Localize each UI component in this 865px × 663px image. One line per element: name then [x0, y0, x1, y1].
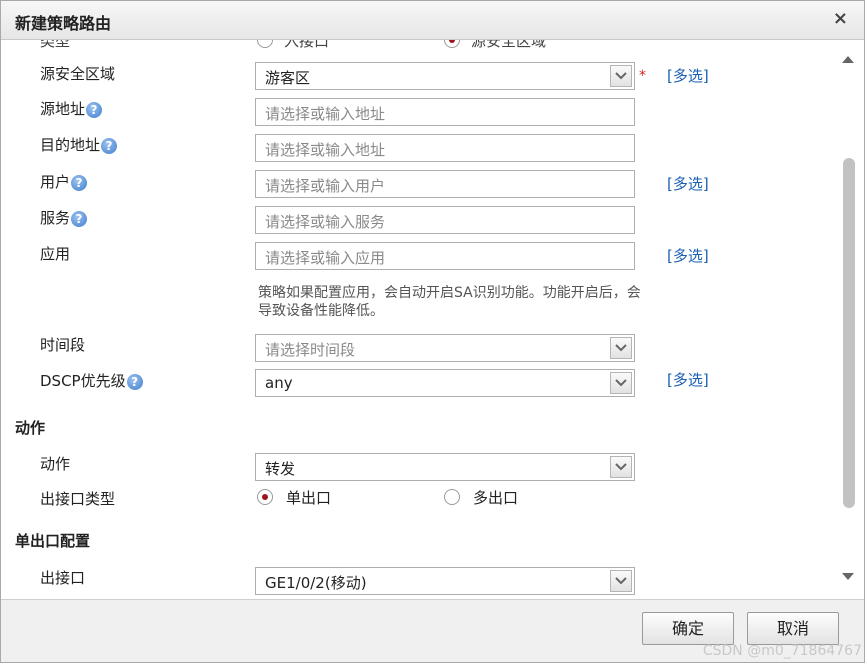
help-icon[interactable]: ?: [71, 174, 88, 191]
application-placeholder: 请选择或输入应用: [265, 249, 386, 267]
help-icon[interactable]: ?: [126, 373, 143, 390]
dialog-body: 类型 入接口 源安全区域 源安全区域 游客区 * [多选] 源地址? 请选择或输…: [1, 40, 839, 598]
close-icon[interactable]: ×: [833, 8, 848, 29]
chevron-down-icon[interactable]: [610, 337, 632, 359]
user-label: 用户?: [40, 171, 88, 192]
help-icon[interactable]: ?: [101, 137, 118, 154]
scroll-down-arrow-icon[interactable]: [842, 573, 854, 580]
application-multi-link[interactable]: [多选]: [667, 245, 709, 266]
dscp-multi-link[interactable]: [多选]: [667, 369, 709, 390]
dscp-label-text: DSCP优先级: [40, 372, 126, 390]
type-label: 类型: [40, 40, 71, 50]
radio-single-out[interactable]: [257, 489, 273, 505]
dscp-select[interactable]: any: [255, 369, 635, 397]
user-multi-link[interactable]: [多选]: [667, 173, 709, 194]
time-range-label: 时间段: [40, 336, 86, 354]
dst-addr-label-text: 目的地址: [40, 136, 101, 154]
application-label: 应用: [40, 245, 71, 263]
chevron-down-icon[interactable]: [610, 570, 632, 592]
src-addr-input[interactable]: 请选择或输入地址: [255, 98, 635, 126]
radio-single-out-label: 单出口: [286, 489, 332, 507]
chevron-down-icon[interactable]: [610, 65, 632, 87]
dst-addr-input[interactable]: 请选择或输入地址: [255, 134, 635, 162]
src-zone-select[interactable]: 游客区: [255, 62, 635, 90]
out-if-type-label: 出接口类型: [40, 490, 116, 508]
scrollbar-thumb[interactable]: [843, 158, 855, 508]
dscp-label: DSCP优先级?: [40, 370, 143, 391]
dst-addr-placeholder: 请选择或输入地址: [265, 141, 386, 159]
scroll-up-arrow-icon[interactable]: [842, 56, 854, 63]
help-icon[interactable]: ?: [86, 101, 103, 118]
user-placeholder: 请选择或输入用户: [265, 177, 386, 195]
service-label: 服务?: [40, 207, 88, 228]
required-mark: *: [639, 68, 646, 84]
src-addr-placeholder: 请选择或输入地址: [265, 105, 386, 123]
dialog-footer: 确定 取消 CSDN @m0_71864767: [1, 599, 864, 662]
action-section-title: 动作: [15, 419, 46, 437]
chevron-down-icon[interactable]: [610, 372, 632, 394]
cancel-button[interactable]: 取消: [747, 612, 839, 645]
action-label: 动作: [40, 455, 71, 473]
action-select[interactable]: 转发: [255, 453, 635, 481]
user-label-text: 用户: [40, 173, 71, 191]
chevron-down-icon[interactable]: [610, 456, 632, 478]
vertical-scrollbar[interactable]: [839, 40, 864, 598]
src-zone-multi-link[interactable]: [多选]: [667, 65, 709, 86]
out-if-label: 出接口: [40, 569, 86, 587]
confirm-button[interactable]: 确定: [642, 612, 734, 645]
application-input[interactable]: 请选择或输入应用: [255, 242, 635, 270]
src-zone-label: 源安全区域: [40, 65, 116, 83]
radio-in-interface-label: 入接口: [284, 40, 330, 50]
application-note: 策略如果配置应用，会自动开启SA识别功能。功能开启后，会导致设备性能降低。: [258, 285, 641, 319]
dialog-title: 新建策略路由: [15, 14, 112, 33]
help-icon[interactable]: ?: [71, 210, 88, 227]
service-placeholder: 请选择或输入服务: [265, 213, 386, 231]
dst-addr-label: 目的地址?: [40, 134, 118, 155]
new-policy-route-dialog: 新建策略路由 × 类型 入接口 源安全区域 源安全区域 游客区 * [多选] 源…: [0, 0, 865, 663]
watermark: CSDN @m0_71864767: [702, 643, 862, 659]
src-addr-label-text: 源地址: [40, 100, 86, 118]
time-range-select[interactable]: 请选择时间段: [255, 334, 635, 362]
dialog-titlebar: 新建策略路由 ×: [1, 1, 864, 40]
single-out-section-title: 单出口配置: [15, 532, 91, 550]
service-label-text: 服务: [40, 209, 71, 227]
dscp-value: any: [265, 374, 293, 392]
out-if-select[interactable]: GE1/0/2(移动): [255, 567, 635, 595]
time-range-placeholder: 请选择时间段: [265, 341, 356, 359]
radio-multi-out-label: 多出口: [473, 489, 519, 507]
radio-in-interface[interactable]: [257, 40, 273, 48]
src-zone-value: 游客区: [265, 69, 311, 87]
action-value: 转发: [265, 460, 296, 478]
service-input[interactable]: 请选择或输入服务: [255, 206, 635, 234]
out-if-value: GE1/0/2(移动): [265, 574, 367, 592]
radio-src-zone-label: 源安全区域: [471, 40, 547, 50]
radio-multi-out[interactable]: [444, 489, 460, 505]
user-input[interactable]: 请选择或输入用户: [255, 170, 635, 198]
src-addr-label: 源地址?: [40, 98, 103, 119]
radio-src-zone[interactable]: [444, 40, 460, 48]
